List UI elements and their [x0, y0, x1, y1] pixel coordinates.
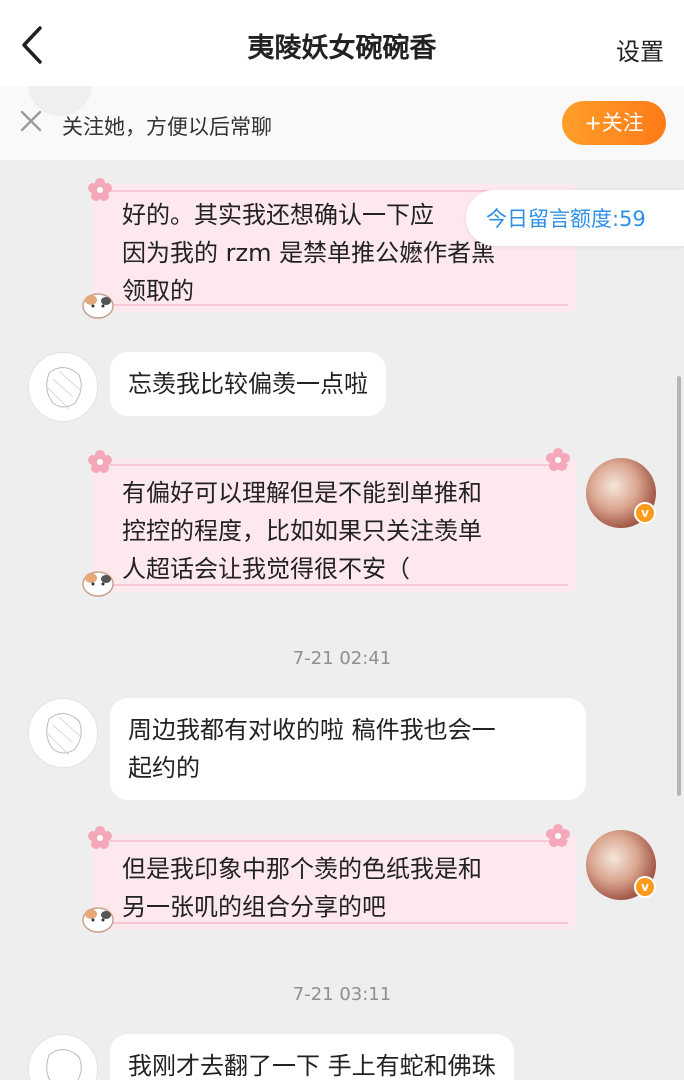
message-timestamp: 7-21 03:11: [292, 984, 392, 1005]
sakura-decoration-icon: [88, 826, 112, 849]
message-bubble-sent[interactable]: 有偏好可以理解但是不能到单推和 控控的程度，比如如果只关注羡单 人超话会让我觉得…: [92, 458, 576, 592]
message-quota-text: 今日留言额度:59: [486, 207, 646, 231]
sakura-decoration-icon: [546, 448, 570, 471]
message-timestamp: 7-21 02:41: [292, 648, 392, 669]
message-text: 周边我都有对收的啦 稿件我也会一 起约的: [128, 716, 496, 782]
sakura-decoration-icon: [88, 450, 112, 473]
message-quota-badge[interactable]: 今日留言额度:59: [466, 190, 684, 246]
verified-badge-icon: v: [634, 876, 656, 898]
close-icon: [20, 110, 42, 132]
message-text: 有偏好可以理解但是不能到单推和 控控的程度，比如如果只关注羡单 人超话会让我觉得…: [122, 479, 482, 583]
follow-suggestion-bar: 关注她，方便以后常聊 +关注: [0, 86, 684, 160]
cat-sticker-icon: [82, 293, 114, 319]
verified-badge-icon: v: [634, 502, 656, 524]
message-text: 忘羡我比较偏羡一点啦: [128, 370, 368, 398]
sakura-decoration-icon: [546, 824, 570, 847]
follow-prompt-text: 关注她，方便以后常聊: [62, 115, 272, 139]
top-nav-bar: 夷陵妖女碗碗香 设置: [0, 0, 684, 86]
follow-button[interactable]: +关注: [562, 101, 666, 145]
sketch-avatar-icon: [46, 367, 82, 410]
cat-sticker-icon: [82, 907, 114, 933]
sakura-decoration-icon: [88, 178, 112, 201]
sketch-avatar-icon: [46, 1049, 82, 1080]
contact-avatar[interactable]: [28, 698, 98, 768]
message-bubble-received[interactable]: 我刚才去翻了一下 手上有蛇和佛珠: [110, 1034, 514, 1080]
cat-sticker-icon: [82, 571, 114, 597]
scrollbar[interactable]: [677, 376, 681, 796]
message-bubble-received[interactable]: 周边我都有对收的啦 稿件我也会一 起约的: [110, 698, 586, 800]
contact-avatar[interactable]: [28, 1034, 98, 1080]
message-text: 但是我印象中那个羡的色纸我是和 另一张叽的组合分享的吧: [122, 855, 482, 921]
message-bubble-received[interactable]: 忘羡我比较偏羡一点啦: [110, 352, 386, 416]
message-text: 我刚才去翻了一下 手上有蛇和佛珠: [128, 1052, 496, 1080]
contact-avatar[interactable]: [28, 352, 98, 422]
sketch-avatar-icon: [46, 713, 82, 756]
close-follow-bar-button[interactable]: [18, 108, 44, 134]
page-title: 夷陵妖女碗碗香: [247, 33, 437, 64]
message-bubble-sent[interactable]: 但是我印象中那个羡的色纸我是和 另一张叽的组合分享的吧: [92, 834, 576, 930]
settings-button[interactable]: 设置: [616, 32, 664, 67]
